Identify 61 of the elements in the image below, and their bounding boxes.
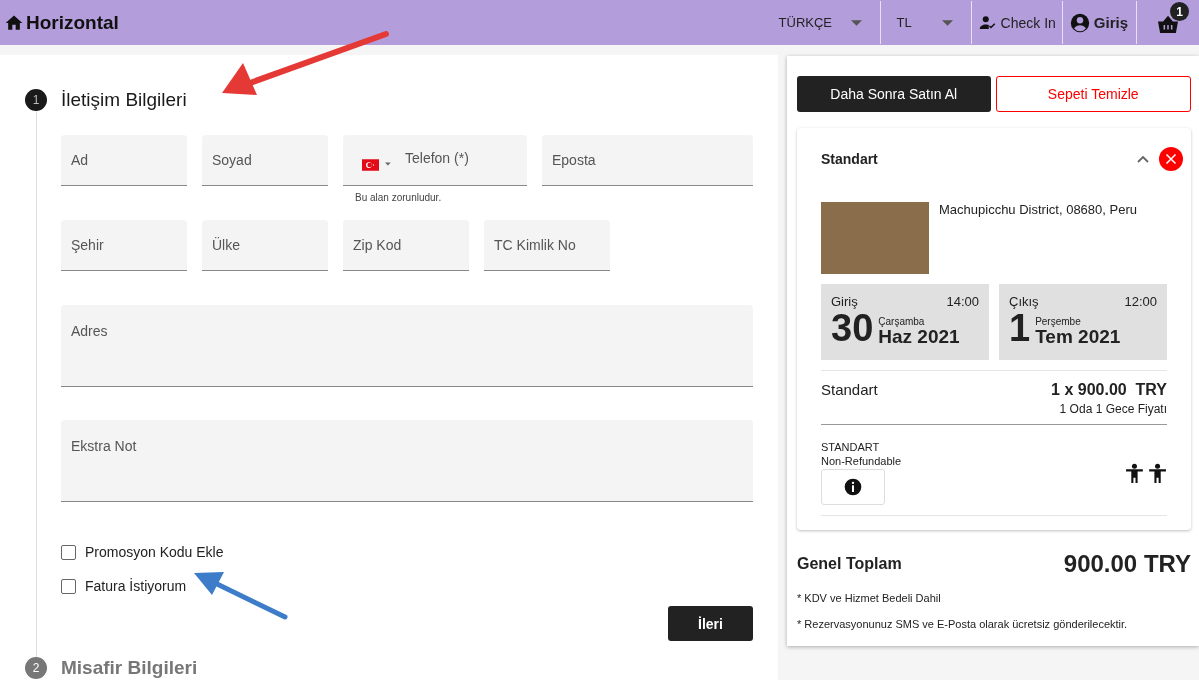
text-field[interactable]: Ülke: [202, 220, 328, 271]
step-number: 2: [25, 657, 47, 679]
footnote: * Rezervasyonunuz SMS ve E-Posta olarak ücretsiz gönderilecektir.: [797, 618, 1129, 630]
checkbox[interactable]: [61, 578, 76, 594]
cart-count-badge: 1: [1170, 2, 1189, 21]
month-year: Haz 2021: [878, 327, 960, 347]
hotel-address: Machupicchu District, 08680, Peru: [939, 202, 1137, 219]
text-field[interactable]: Soyad: [202, 135, 328, 186]
text-area-field[interactable]: Ekstra Not: [61, 420, 753, 502]
month-year: Tem 2021: [1035, 327, 1121, 347]
checkbox[interactable]: [61, 544, 76, 560]
day-number: 30: [831, 309, 874, 347]
text-area-field[interactable]: Adres: [61, 305, 753, 387]
close-icon[interactable]: [1159, 147, 1183, 171]
price-note: 1 Oda 1 Gece Fiyatı: [1059, 402, 1167, 416]
clear-cart-button[interactable]: Sepeti Temizle: [995, 76, 1191, 112]
weekday: Çarşamba: [878, 317, 926, 327]
user-check-icon: [977, 13, 998, 32]
guests-icon: [1125, 462, 1167, 484]
date-label: Giriş: [831, 294, 858, 309]
account-icon: [1068, 11, 1091, 34]
caret-icon: [850, 19, 862, 26]
weekday: Perşembe: [1035, 317, 1082, 327]
step-number: 1: [25, 89, 47, 111]
total-amount: 900.00 TRY: [1063, 550, 1191, 578]
checkbox-label[interactable]: Fatura İstiyorum: [85, 578, 187, 594]
caret-icon: [385, 162, 391, 166]
item-title: Standart: [821, 151, 879, 167]
text-field[interactable]: Zip Kod: [343, 220, 469, 271]
text-field[interactable]: Eposta: [542, 135, 753, 186]
phone-field[interactable]: Telefon (*): [343, 135, 527, 186]
rate-name: STANDART: [821, 441, 880, 453]
date-time: 12:00: [1124, 294, 1157, 309]
date-label: Çıkış: [1009, 294, 1039, 309]
step-title[interactable]: İletişim Bilgileri: [61, 89, 187, 111]
check-in-button[interactable]: Check In: [971, 0, 1062, 45]
caret-icon: [941, 19, 953, 26]
room-price: 1 x 900.00 TRY: [1051, 381, 1167, 399]
room-name: Standart: [821, 381, 878, 400]
date-time: 14:00: [946, 294, 979, 309]
required-hint: Bu alan zorunludur.: [354, 192, 443, 203]
footnote: * KDV ve Hizmet Bedeli Dahil: [797, 592, 942, 604]
login-button[interactable]: Giriş: [1062, 0, 1136, 45]
buy-later-button[interactable]: Daha Sonra Satın Al: [797, 76, 991, 112]
text-field[interactable]: Şehir: [61, 220, 187, 271]
info-button[interactable]: [821, 469, 885, 505]
text-field[interactable]: TC Kimlik No: [484, 220, 610, 271]
flag-icon[interactable]: [362, 158, 380, 172]
rate-policy: Non-Refundable: [821, 455, 902, 467]
info-icon: [843, 477, 863, 497]
currency-dropdown[interactable]: TL: [880, 0, 971, 45]
day-number: 1: [1009, 309, 1031, 347]
brand-name[interactable]: Horizontal: [26, 11, 119, 34]
next-button[interactable]: İleri: [668, 606, 753, 641]
total-label: Genel Toplam: [797, 555, 902, 573]
text-field[interactable]: Ad: [61, 135, 187, 186]
phone-input[interactable]: Telefon (*): [403, 149, 527, 167]
checkbox-label[interactable]: Promosyon Kodu Ekle: [85, 544, 224, 560]
step-title[interactable]: Misafir Bilgileri: [61, 657, 198, 679]
chevron-icon[interactable]: [1137, 155, 1149, 163]
language-dropdown[interactable]: TÜRKÇE: [764, 0, 880, 45]
